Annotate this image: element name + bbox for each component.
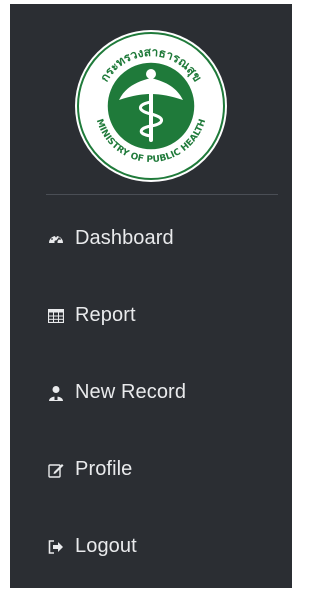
dashboard-icon: [48, 231, 64, 247]
nav-item-label: Report: [75, 304, 136, 326]
table-icon: [48, 308, 64, 324]
nav-menu: Dashboard Report New Record Profile Logo…: [10, 200, 292, 585]
edit-icon: [48, 462, 64, 478]
logo-container: กระทรวงสาธารณสุข MINISTRY OF PUBLIC HEAL…: [10, 28, 292, 184]
sidebar: กระทรวงสาธารณสุข MINISTRY OF PUBLIC HEAL…: [10, 4, 292, 588]
nav-item-dashboard[interactable]: Dashboard: [10, 200, 292, 277]
nav-item-logout[interactable]: Logout: [10, 508, 292, 585]
nav-item-label: New Record: [75, 381, 187, 403]
nav-item-profile[interactable]: Profile: [10, 431, 292, 508]
nav-item-new-record[interactable]: New Record: [10, 354, 292, 431]
nav-item-label: Dashboard: [75, 227, 174, 249]
nav-item-report[interactable]: Report: [10, 277, 292, 354]
nav-item-label: Logout: [75, 535, 137, 557]
nav-item-label: Profile: [75, 458, 133, 480]
logout-icon: [48, 539, 64, 555]
user-icon: [48, 385, 64, 401]
divider: [46, 194, 278, 195]
ministry-of-public-health-logo: กระทรวงสาธารณสุข MINISTRY OF PUBLIC HEAL…: [75, 30, 227, 182]
